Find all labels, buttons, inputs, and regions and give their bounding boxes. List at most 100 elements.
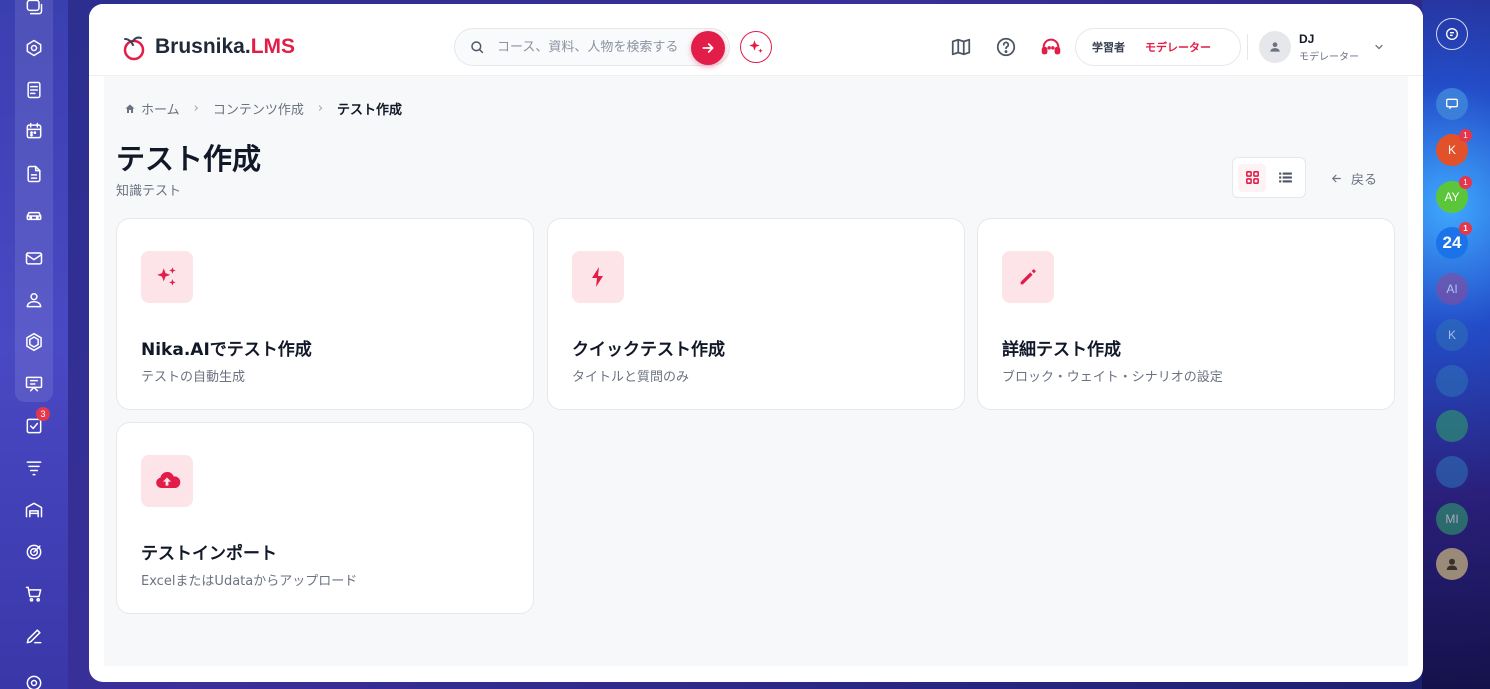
card-desc: タイトルと質問のみ [572,370,690,385]
right-dock-app-24[interactable]: 24 1 [1436,222,1472,259]
right-dock-app-k[interactable]: K 1 [1436,129,1472,166]
right-dock-app-book[interactable] [1436,456,1468,488]
page-subtitle: 知識テスト [116,184,182,199]
view-toggle [1232,157,1306,198]
users-icon[interactable] [21,287,47,313]
app-badge: 1 [1459,129,1472,142]
app-label: K [1447,328,1456,342]
warehouse-icon[interactable] [21,497,47,523]
breadcrumb-current: テスト作成 [337,103,403,118]
right-dock-app-image[interactable] [1436,365,1468,397]
card-title: 詳細テスト作成 [1002,340,1121,360]
search-icon [471,41,484,54]
right-dock-app-k2[interactable]: K [1436,319,1468,351]
chevron-down-icon [1375,44,1383,50]
card-title: Nika.AIでテスト作成 [141,340,312,360]
target-icon[interactable] [21,539,47,565]
gear-icon[interactable] [21,670,47,689]
app-badge: 1 [1459,222,1472,235]
left-dock: 3 [0,0,68,689]
breadcrumb: ホーム › コンテンツ作成 › テスト作成 [124,99,402,118]
card-quick-test[interactable]: クイックテスト作成 タイトルと質問のみ [547,218,965,410]
page-title: テスト作成 [116,142,262,176]
search-input[interactable] [497,39,689,55]
card-desc: テストの自動生成 [141,370,246,385]
checklist-icon[interactable]: 3 [21,407,50,439]
user-name: DJ [1299,31,1315,46]
pencil-icon [1002,251,1054,303]
user-icon [1270,42,1280,52]
app-label: 24 [1442,233,1462,252]
role-moderator-tab[interactable]: モデレーター [1145,39,1211,55]
search-bar [454,28,730,66]
arrow-left-icon [1332,174,1341,183]
role-learner-tab[interactable]: 学習者 [1092,39,1125,55]
back-label: 戻る [1351,173,1378,188]
app-label: MI [1445,512,1459,526]
user-avatar-photo[interactable] [1436,548,1468,580]
card-desc: ExcelまたはUdataからアップロード [141,574,358,589]
file-icon[interactable] [21,161,47,187]
card-title: テストインポート [141,544,277,564]
user-menu[interactable]: DJ モデレーター [1259,31,1385,63]
right-dock-app-mi[interactable]: MI [1436,503,1468,535]
presentation-icon[interactable] [21,371,47,397]
right-dock-app-ai[interactable]: AI [1436,273,1468,305]
role-switcher: 学習者 モデレーター [1075,28,1241,66]
cart-icon[interactable] [21,581,47,607]
list-view-button[interactable] [1271,164,1299,192]
app-label: K [1447,143,1456,157]
support-chat-icon[interactable] [1436,18,1468,50]
header-divider [1247,34,1248,60]
document-list-icon[interactable] [21,77,47,103]
chat-icon[interactable] [21,0,47,20]
back-button[interactable]: 戻る [1330,169,1377,188]
right-dock: K 1 AY 1 24 1 AI K MI [1422,0,1490,689]
car-icon[interactable] [21,203,47,229]
lightning-icon [572,251,624,303]
logo-berry-icon [123,36,145,61]
arrow-right-icon [702,43,714,53]
chevron-right-icon: › [317,101,324,116]
main-window: Brusnika.LMS 学習者 モデレーター [89,4,1423,682]
app-badge: 1 [1459,176,1472,189]
brand-logo[interactable]: Brusnika.LMS [117,31,295,63]
right-dock-app-ay[interactable]: AY 1 [1436,176,1472,213]
filter-icon[interactable] [21,455,47,481]
card-import-test[interactable]: テストインポート ExcelまたはUdataからアップロード [116,422,534,614]
sparkles-icon [141,251,193,303]
help-icon[interactable] [995,36,1017,58]
breadcrumb-home[interactable]: ホーム [124,99,180,118]
card-detailed-test[interactable]: 詳細テスト作成 ブロック・ウェイト・シナリオの設定 [977,218,1395,410]
mail-icon[interactable] [21,245,47,271]
logo-name: Brusnika. [155,35,251,58]
messages-icon[interactable] [1436,88,1468,120]
ai-assistant-button[interactable] [740,31,772,63]
chevron-right-icon: › [193,101,199,116]
user-role: モデレーター [1299,51,1359,63]
app-label: AY [1444,190,1460,204]
search-submit-button[interactable] [691,31,725,65]
list-icon [1278,172,1292,183]
card-desc: ブロック・ウェイト・シナリオの設定 [1002,370,1223,385]
logo-text: Brusnika.LMS [155,35,295,59]
right-dock-app-table[interactable] [1436,410,1468,442]
calendar-icon[interactable] [21,118,47,144]
content-area: ホーム › コンテンツ作成 › テスト作成 テスト作成 知識テスト 戻る Nik… [104,76,1408,666]
breadcrumb-parent[interactable]: コンテンツ作成 [213,99,304,118]
settings-spark-icon[interactable] [21,35,47,61]
user-meta: DJ モデレーター [1299,32,1359,63]
card-ai-test[interactable]: Nika.AIでテスト作成 テストの自動生成 [116,218,534,410]
home-icon [125,104,135,113]
support-headset-icon[interactable] [1040,36,1062,58]
top-header: Brusnika.LMS 学習者 モデレーター [89,4,1423,76]
pen-icon[interactable] [21,623,47,649]
map-icon[interactable] [950,36,972,58]
grid-icon [1245,171,1259,184]
grid-view-button[interactable] [1238,163,1266,192]
hexagon-icon[interactable] [21,329,47,355]
app-label: AI [1446,282,1458,296]
cloud-upload-icon [141,455,193,507]
sparkles-icon [749,40,763,53]
card-title: クイックテスト作成 [572,340,725,360]
